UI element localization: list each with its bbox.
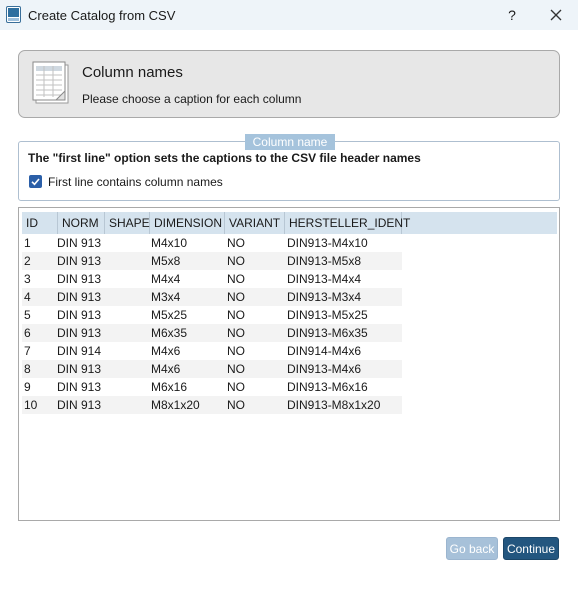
column-header-hersteller-ident[interactable]: HERSTELLER_IDENT bbox=[285, 212, 410, 234]
help-button[interactable]: ? bbox=[498, 3, 526, 27]
column-header-shape[interactable]: SHAPE bbox=[105, 212, 150, 234]
table-cell: DIN914-M4x6 bbox=[287, 344, 362, 358]
table-body: 1 DIN 913 M4x10 NO DIN913-M4x10 2 DIN 913 M5x8 N… bbox=[22, 234, 402, 414]
go-back-button[interactable]: Go back bbox=[446, 537, 498, 560]
table-cell: DIN 913 bbox=[57, 308, 102, 322]
table-cell: NO bbox=[227, 254, 245, 268]
table-cell: 10 bbox=[24, 398, 38, 412]
table-cell: DIN913-M4x4 bbox=[287, 272, 362, 286]
window-title: Create Catalog from CSV bbox=[28, 8, 176, 23]
table-cell: 1 bbox=[24, 236, 31, 250]
table-cell: DIN 913 bbox=[57, 380, 102, 394]
table-cell: 4 bbox=[24, 290, 31, 304]
close-button[interactable] bbox=[542, 3, 570, 27]
table-row[interactable]: 9 DIN 913 M6x16 NO DIN913-M6x16 bbox=[22, 378, 402, 396]
table-cell: NO bbox=[227, 308, 245, 322]
table-cell: DIN913-M5x8 bbox=[287, 254, 362, 268]
table-cell: DIN 913 bbox=[57, 398, 102, 412]
table-cell: M4x4 bbox=[151, 272, 181, 286]
table-cell: DIN 913 bbox=[57, 236, 102, 250]
table-cell: NO bbox=[227, 398, 245, 412]
column-name-tooltip: Column name bbox=[245, 134, 335, 150]
spreadsheet-icon bbox=[32, 61, 69, 104]
table-cell: 6 bbox=[24, 326, 31, 340]
table-cell: DIN 913 bbox=[57, 272, 102, 286]
table-cell: M6x16 bbox=[151, 380, 188, 394]
table-cell: DIN913-M4x10 bbox=[287, 236, 368, 250]
page-subtitle: Please choose a caption for each column bbox=[82, 92, 302, 106]
table-cell: M4x6 bbox=[151, 362, 181, 376]
close-icon bbox=[550, 9, 562, 21]
table-cell: 7 bbox=[24, 344, 31, 358]
table-cell: M3x4 bbox=[151, 290, 181, 304]
table-row[interactable]: 5 DIN 913 M5x25 NO DIN913-M5x25 bbox=[22, 306, 402, 324]
table-cell: NO bbox=[227, 272, 245, 286]
table-row[interactable]: 4 DIN 913 M3x4 NO DIN913-M3x4 bbox=[22, 288, 402, 306]
table-cell: NO bbox=[227, 290, 245, 304]
column-header-norm[interactable]: NORM bbox=[58, 212, 105, 234]
checkmark-icon bbox=[31, 178, 40, 186]
table-cell: NO bbox=[227, 362, 245, 376]
table-cell: 8 bbox=[24, 362, 31, 376]
table-cell: DIN 913 bbox=[57, 326, 102, 340]
table-row[interactable]: 3 DIN 913 M4x4 NO DIN913-M4x4 bbox=[22, 270, 402, 288]
table-row[interactable]: 8 DIN 913 M4x6 NO DIN913-M4x6 bbox=[22, 360, 402, 378]
table-cell: M8x1x20 bbox=[151, 398, 200, 412]
table-cell: M5x8 bbox=[151, 254, 181, 268]
table-row[interactable]: 10 DIN 913 M8x1x20 NO DIN913-M8x1x20 bbox=[22, 396, 402, 414]
table-row[interactable]: 2 DIN 913 M5x8 NO DIN913-M5x8 bbox=[22, 252, 402, 270]
table-header-row: ID NORM SHAPE DIMENSION VARIANT HERSTELL… bbox=[22, 212, 557, 234]
table-cell: DIN913-M3x4 bbox=[287, 290, 362, 304]
table-cell: NO bbox=[227, 326, 245, 340]
table-cell: M4x10 bbox=[151, 236, 188, 250]
column-header-variant[interactable]: VARIANT bbox=[225, 212, 285, 234]
first-line-checkbox-label[interactable]: First line contains column names bbox=[48, 175, 223, 189]
table-cell: DIN 914 bbox=[57, 344, 102, 358]
first-line-checkbox[interactable] bbox=[29, 175, 42, 188]
table-cell: NO bbox=[227, 344, 245, 358]
table-cell: DIN 913 bbox=[57, 362, 102, 376]
table-cell: M5x25 bbox=[151, 308, 188, 322]
table-cell: DIN 913 bbox=[57, 254, 102, 268]
column-header-dimension[interactable]: DIMENSION bbox=[150, 212, 225, 234]
table-cell: DIN913-M6x16 bbox=[287, 380, 368, 394]
first-line-option-group: The "first line" option sets the caption… bbox=[18, 141, 560, 201]
option-description: The "first line" option sets the caption… bbox=[28, 151, 421, 165]
title-bar: Create Catalog from CSV ? bbox=[0, 0, 578, 30]
table-cell: DIN913-M8x1x20 bbox=[287, 398, 381, 412]
app-icon bbox=[6, 6, 21, 23]
table-row[interactable]: 6 DIN 913 M6x35 NO DIN913-M6x35 bbox=[22, 324, 402, 342]
table-row[interactable]: 1 DIN 913 M4x10 NO DIN913-M4x10 bbox=[22, 234, 402, 252]
table-row[interactable]: 7 DIN 914 M4x6 NO DIN914-M4x6 bbox=[22, 342, 402, 360]
table-cell: NO bbox=[227, 380, 245, 394]
table-cell: M6x35 bbox=[151, 326, 188, 340]
table-cell: DIN913-M6x35 bbox=[287, 326, 368, 340]
table-cell: DIN 913 bbox=[57, 290, 102, 304]
page-title: Column names bbox=[82, 64, 183, 81]
table-cell: DIN913-M4x6 bbox=[287, 362, 362, 376]
wizard-header: Column names Please choose a caption for… bbox=[18, 50, 560, 118]
table-cell: 9 bbox=[24, 380, 31, 394]
table-cell: 3 bbox=[24, 272, 31, 286]
table-cell: 5 bbox=[24, 308, 31, 322]
column-header-id[interactable]: ID bbox=[22, 212, 58, 234]
table-cell: NO bbox=[227, 236, 245, 250]
table-cell: M4x6 bbox=[151, 344, 181, 358]
table-cell: 2 bbox=[24, 254, 31, 268]
table-cell: DIN913-M5x25 bbox=[287, 308, 368, 322]
csv-preview-table: ID NORM SHAPE DIMENSION VARIANT HERSTELL… bbox=[18, 207, 560, 521]
continue-button[interactable]: Continue bbox=[503, 537, 559, 560]
